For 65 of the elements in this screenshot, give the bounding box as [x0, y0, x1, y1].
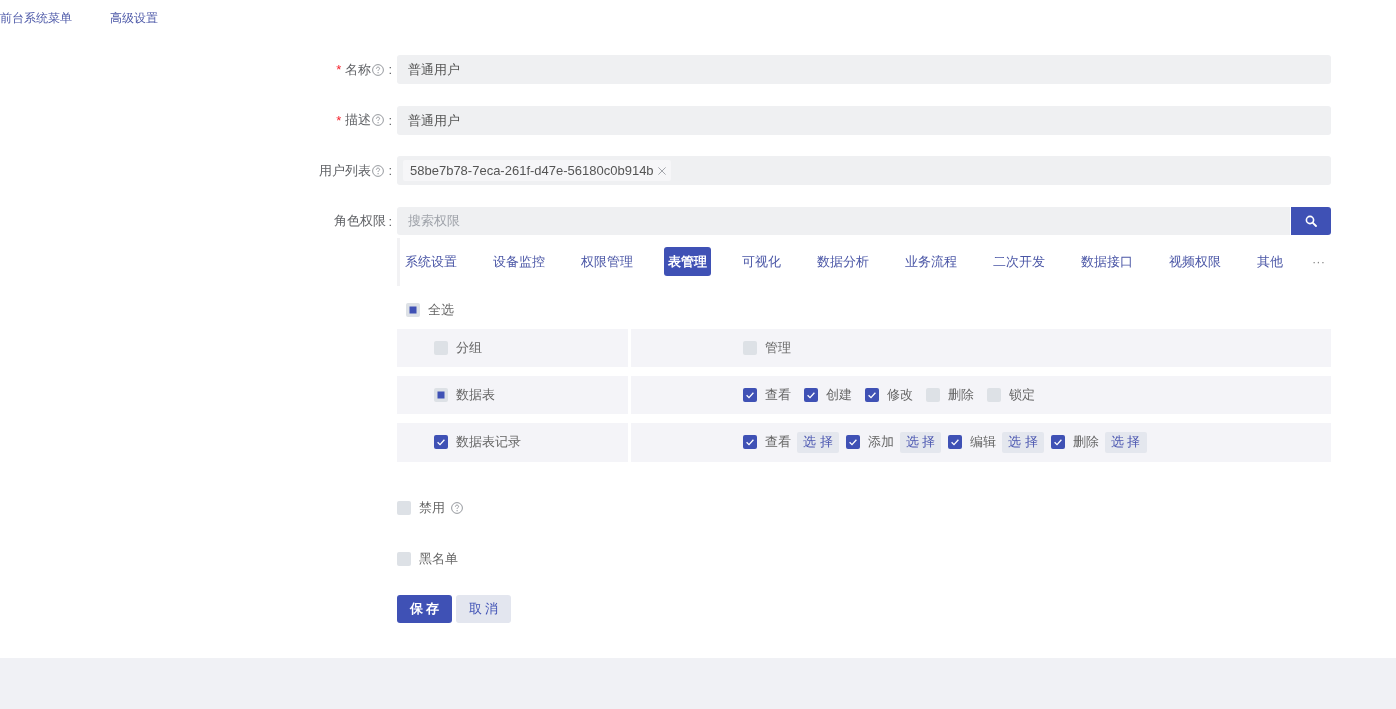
permission-tab[interactable]: 业务流程	[900, 247, 962, 276]
permission-tab[interactable]: 其他	[1252, 247, 1288, 276]
tags-field[interactable]: 58be7b78-7eca-261f-d47e-56180c0b914b	[397, 156, 1331, 185]
label-colon: :	[388, 163, 392, 178]
text-field[interactable]: 普通用户	[397, 55, 1331, 84]
checkbox-label: 删除	[1072, 433, 1099, 451]
checkbox-label: 编辑	[970, 433, 997, 451]
checkbox-label: 分组	[456, 338, 482, 357]
checkbox-label: 锁定	[1009, 385, 1035, 404]
permission-tab[interactable]: 视频权限	[1164, 247, 1226, 276]
nav-tab[interactable]: 前台系统菜单	[0, 9, 72, 26]
required-mark: *	[336, 62, 342, 77]
permission-tab[interactable]: 数据分析	[812, 247, 874, 276]
checkbox[interactable]	[743, 387, 757, 402]
search-button[interactable]	[1291, 206, 1331, 235]
checkbox[interactable]	[406, 302, 420, 317]
field-label: 描述	[345, 111, 372, 129]
field-label: 角色权限	[334, 212, 387, 230]
label-colon: :	[388, 62, 392, 77]
more-button[interactable]: ···	[1310, 254, 1327, 269]
checkbox[interactable]	[434, 435, 448, 449]
checkbox[interactable]	[804, 387, 818, 402]
cancel-button[interactable]: 取 消	[456, 595, 511, 623]
checkbox-label: 管理	[765, 338, 791, 357]
permission-tab[interactable]: 表管理	[664, 247, 711, 276]
select-button[interactable]: 选 择	[797, 431, 839, 453]
required-mark: *	[336, 112, 342, 128]
checkbox-label: 数据表记录	[456, 433, 521, 451]
checkbox[interactable]	[845, 435, 860, 449]
permission-tab[interactable]: 数据接口	[1076, 247, 1138, 276]
checkbox-label: 修改	[887, 385, 913, 404]
save-button[interactable]: 保 存	[397, 595, 452, 623]
permission-tab[interactable]: 权限管理	[576, 247, 638, 276]
checkbox-label: 删除	[948, 385, 974, 404]
select-button[interactable]: 选 择	[1104, 431, 1147, 453]
checkbox[interactable]	[948, 435, 963, 449]
checkbox[interactable]	[434, 387, 448, 402]
checkbox-label: 禁用	[419, 499, 445, 517]
checkbox-label: 添加	[867, 433, 894, 451]
tag-text: 58be7b78-7eca-261f-d47e-56180c0b914b	[410, 163, 654, 178]
select-button[interactable]: 选 择	[1002, 431, 1044, 453]
permission-tab[interactable]: 二次开发	[988, 247, 1050, 276]
permission-tab[interactable]: 可视化	[737, 247, 786, 276]
checkbox-label: 黑名单	[419, 550, 458, 568]
checkbox-label: 全选	[428, 300, 454, 319]
checkbox-label: 查看	[765, 385, 791, 404]
checkbox-label: 创建	[826, 385, 852, 404]
field-label: 名称	[345, 60, 372, 79]
nav-tab[interactable]: 高级设置	[110, 9, 158, 26]
checkbox[interactable]	[1050, 435, 1065, 449]
label-colon: :	[388, 213, 392, 229]
field-label: 用户列表	[319, 161, 372, 180]
search-icon	[1305, 214, 1317, 227]
checkbox[interactable]	[397, 552, 411, 566]
label-colon: :	[388, 112, 392, 128]
checkbox[interactable]	[397, 501, 411, 515]
checkbox[interactable]	[743, 435, 757, 449]
permission-tab[interactable]: 设备监控	[488, 247, 550, 276]
permission-tab[interactable]: 系统设置	[400, 247, 462, 276]
checkbox-label: 数据表	[456, 385, 495, 404]
search-field[interactable]: 搜索权限	[397, 206, 1290, 235]
text-field[interactable]: 普通用户	[397, 105, 1331, 135]
checkbox-label: 查看	[765, 433, 791, 451]
select-button[interactable]: 选 择	[899, 431, 942, 453]
checkbox[interactable]	[865, 387, 879, 402]
